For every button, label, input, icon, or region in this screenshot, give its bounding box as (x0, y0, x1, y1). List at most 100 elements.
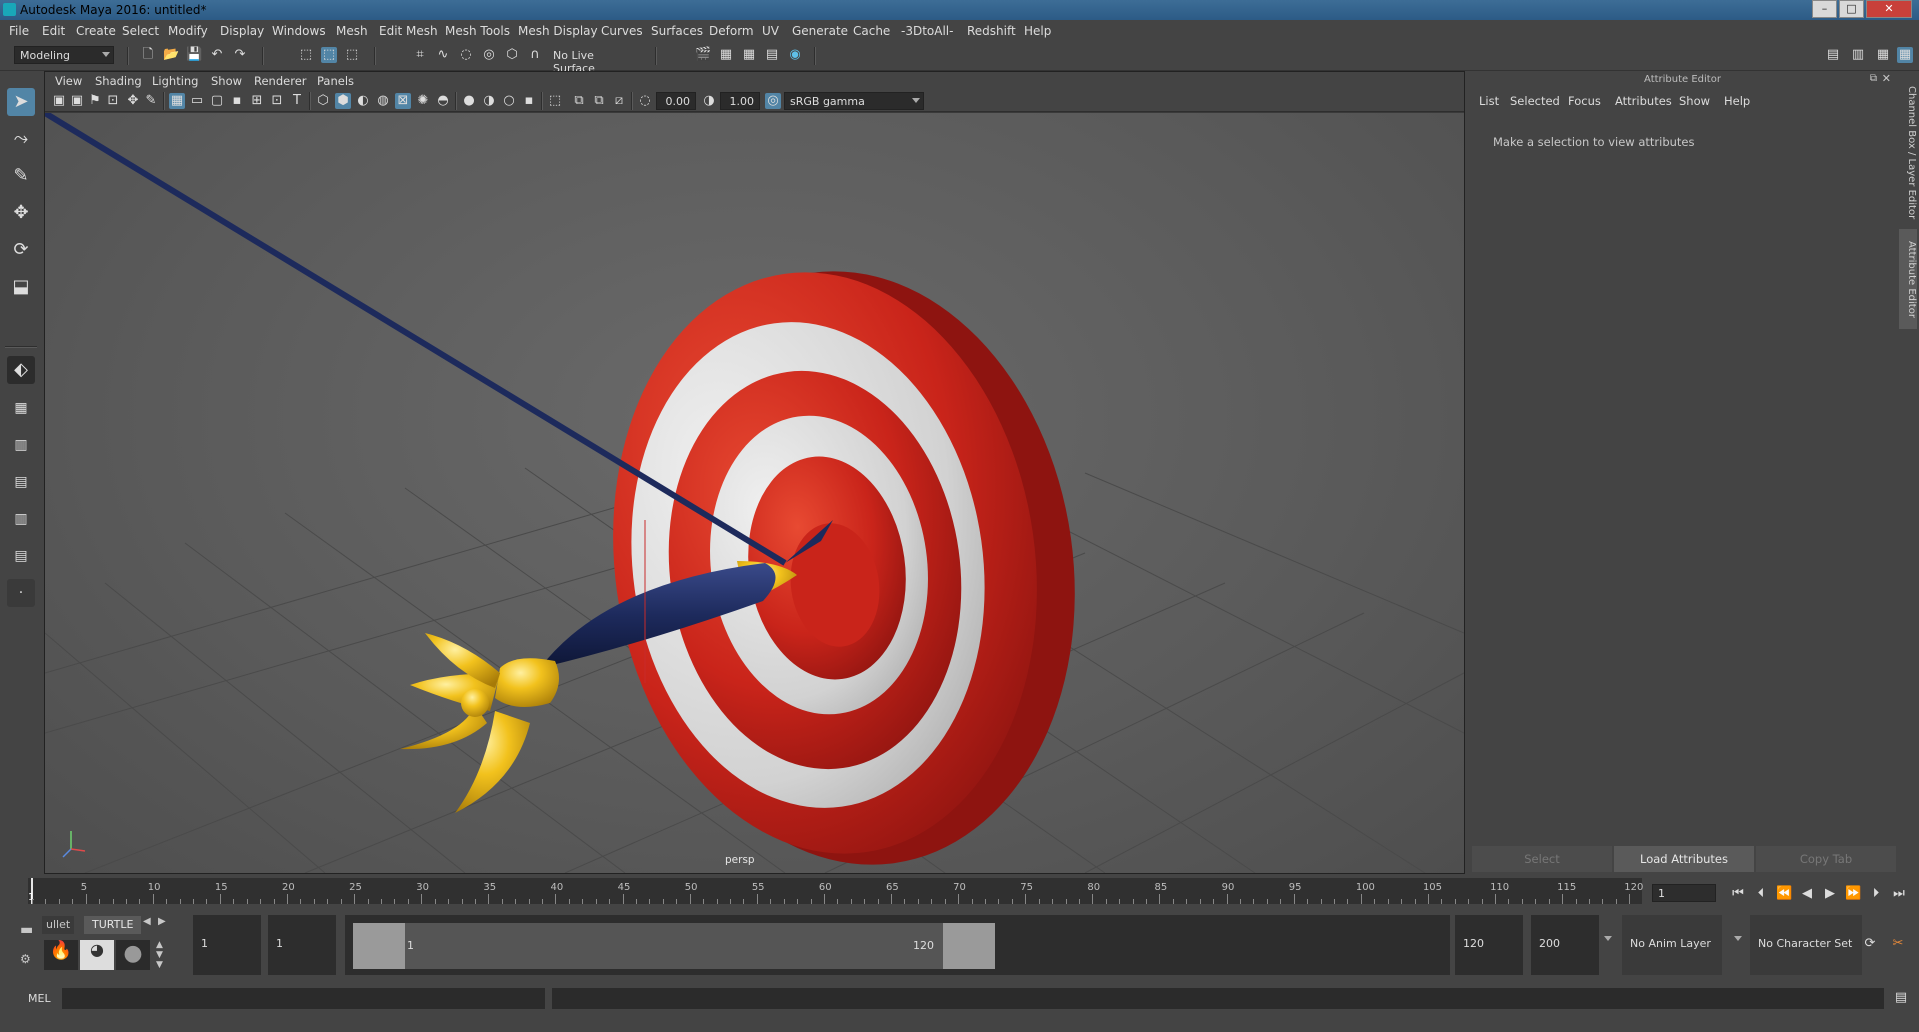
wireframe-icon[interactable]: ⬡ (315, 93, 331, 109)
menu-redshift[interactable]: Redshift (967, 24, 1016, 38)
attr-menu-attributes[interactable]: Attributes (1615, 94, 1672, 108)
menu-display[interactable]: Display (220, 24, 264, 38)
auto-key-icon[interactable]: ⟳ (1862, 936, 1878, 952)
exposure-icon[interactable]: ◌ (637, 93, 653, 109)
camera-attributes-icon[interactable]: ▣ (69, 93, 85, 109)
gamma-icon[interactable]: ◑ (701, 93, 717, 109)
menu-windows[interactable]: Windows (272, 24, 326, 38)
field-chart-icon[interactable]: ⊞ (249, 93, 265, 109)
range-start-field[interactable]: 1 (193, 915, 261, 975)
range-slider-track[interactable]: 1 120 (345, 915, 1450, 975)
shelf-fire-icon[interactable]: 🔥 (44, 940, 78, 970)
shadows-icon[interactable]: ◓ (435, 93, 451, 109)
panel-menu-lighting[interactable]: Lighting (152, 74, 198, 88)
tool-settings-icon[interactable]: ▦ (1875, 47, 1891, 63)
play-backwards-icon[interactable]: ◀ (1799, 886, 1815, 902)
menu-deform[interactable]: Deform (709, 24, 754, 38)
paint-select-tool-icon[interactable]: ✎ (7, 162, 35, 190)
xray-active-components-icon[interactable]: ⧉ (591, 93, 607, 109)
menu-help[interactable]: Help (1024, 24, 1051, 38)
persp-graph-layout-icon[interactable]: ▤ (7, 468, 35, 496)
select-object-icon[interactable]: ⬚ (321, 47, 337, 63)
gamma-field[interactable]: 1.00 (720, 92, 760, 110)
persp-graph-hypershade-layout-icon[interactable]: ▤ (7, 542, 35, 570)
rotate-tool-icon[interactable]: ⟳ (7, 236, 35, 264)
select-tool-icon[interactable]: ➤ (7, 88, 35, 116)
panel-menu-show[interactable]: Show (211, 74, 242, 88)
attr-menu-focus[interactable]: Focus (1568, 94, 1601, 108)
film-gate-icon[interactable]: ▭ (189, 93, 205, 109)
channel-box-tab[interactable]: Channel Box / Layer Editor (1899, 83, 1917, 223)
shelf-tab-bullet[interactable]: ullet (42, 916, 75, 934)
motion-blur-icon[interactable]: ◑ (481, 93, 497, 109)
four-view-layout-icon[interactable]: ▦ (7, 394, 35, 422)
go-to-start-icon[interactable]: ⏮ (1730, 886, 1746, 902)
play-forwards-icon[interactable]: ▶ (1822, 886, 1838, 902)
hypershade-icon[interactable]: ◉ (787, 47, 803, 63)
live-surface-field[interactable]: No Live Surface (548, 47, 644, 75)
shelf-scroll-icon[interactable]: ▲ ▼ ▼ (156, 940, 163, 970)
panel-menu-view[interactable]: View (55, 74, 82, 88)
menu-uv[interactable]: UV (762, 24, 779, 38)
ipr-render-icon[interactable]: ▦ (741, 47, 757, 63)
depth-of-field-icon[interactable]: ▪ (521, 93, 537, 109)
hypershade-layout-icon[interactable]: ▥ (7, 505, 35, 533)
panel-menu-shading[interactable]: Shading (95, 74, 142, 88)
menu-edit[interactable]: Edit (42, 24, 65, 38)
wireframe-on-shaded-icon[interactable]: ◐ (355, 93, 371, 109)
menu-3dtoall[interactable]: -3DtoAll- (901, 24, 953, 38)
new-scene-icon[interactable]: 🗋 (140, 47, 156, 63)
select-button[interactable]: Select (1472, 846, 1612, 872)
snap-view-icon[interactable]: ◎ (481, 47, 497, 63)
save-scene-icon[interactable]: 💾 (186, 47, 202, 63)
view-transform-menu[interactable]: sRGB gamma (784, 92, 924, 110)
attr-menu-show[interactable]: Show (1679, 94, 1710, 108)
attr-menu-list[interactable]: List (1479, 94, 1499, 108)
go-to-end-icon[interactable]: ⏭ (1891, 886, 1907, 902)
step-forward-frame-icon[interactable]: ⏵ (1868, 886, 1884, 902)
bookmark-icon[interactable]: ⚑ (87, 93, 103, 109)
render-frame-icon[interactable]: ▦ (718, 47, 734, 63)
command-language-label[interactable]: MEL (28, 992, 51, 1005)
grease-pencil-icon[interactable]: ✎ (143, 93, 159, 109)
channel-box-icon[interactable]: ▦ (1897, 47, 1913, 63)
shelf-prev-icon[interactable]: ◀ (143, 916, 151, 927)
color-management-icon[interactable]: ◎ (765, 93, 781, 109)
snap-point-icon[interactable]: ◌ (458, 47, 474, 63)
modeling-toolkit-icon[interactable]: ▤ (1825, 47, 1841, 63)
menu-generate[interactable]: Generate (792, 24, 848, 38)
menu-surfaces[interactable]: Surfaces (651, 24, 703, 38)
snap-magnet-icon[interactable]: ∩ (527, 47, 543, 63)
exposure-field[interactable]: 0.00 (656, 92, 696, 110)
copy-tab-button[interactable]: Copy Tab (1756, 846, 1896, 872)
menu-modify[interactable]: Modify (168, 24, 208, 38)
shelf-tab-turtle[interactable]: TURTLE (84, 916, 142, 934)
shelf-settings-icon[interactable]: ⚙ (20, 952, 34, 966)
step-forward-key-icon[interactable]: ⏩ (1845, 886, 1861, 902)
2d-pan-zoom-icon[interactable]: ✥ (125, 93, 141, 109)
safe-title-icon[interactable]: T (289, 93, 305, 109)
minimize-button[interactable]: – (1812, 0, 1837, 18)
menu-mesh-tools[interactable]: Mesh Tools (445, 24, 510, 38)
grid-icon[interactable]: ▦ (169, 93, 185, 109)
open-scene-icon[interactable]: 📂 (163, 47, 179, 63)
more-layouts-icon[interactable]: · (7, 579, 35, 607)
snap-surface-icon[interactable]: ⬡ (504, 47, 520, 63)
render-view-icon[interactable]: 🎬 (695, 47, 711, 63)
menu-edit-mesh[interactable]: Edit Mesh (379, 24, 438, 38)
xray-joints-icon[interactable]: ⧉ (571, 93, 587, 109)
script-editor-icon[interactable]: ▤ (1893, 990, 1909, 1006)
current-frame-field[interactable]: 1 (1652, 884, 1716, 902)
menu-file[interactable]: File (9, 24, 29, 38)
move-tool-icon[interactable]: ✥ (7, 199, 35, 227)
menu-mesh[interactable]: Mesh (336, 24, 368, 38)
use-all-lights-icon[interactable]: ✺ (415, 93, 431, 109)
menu-select[interactable]: Select (122, 24, 159, 38)
scale-tool-icon[interactable]: ⬓ (7, 273, 35, 301)
maximize-button[interactable]: □ (1839, 0, 1864, 18)
isolate-select-icon[interactable]: ⬚ (547, 93, 563, 109)
character-set-menu[interactable]: No Character Set (1750, 915, 1862, 975)
attr-menu-selected[interactable]: Selected (1510, 94, 1560, 108)
step-back-key-icon[interactable]: ⏪ (1776, 886, 1792, 902)
attribute-editor-tab[interactable]: Attribute Editor (1899, 229, 1917, 329)
